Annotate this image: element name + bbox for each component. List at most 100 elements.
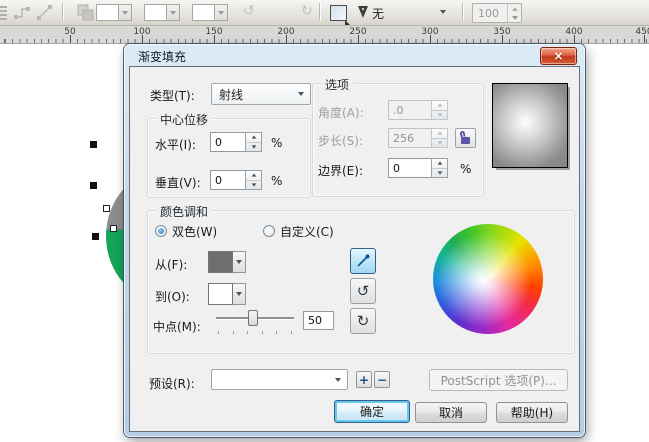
line-nodes-tool-icon[interactable] <box>36 4 54 21</box>
chevron-down-icon <box>167 4 180 21</box>
type-value: 射线 <box>219 87 244 102</box>
chevron-down-icon <box>233 251 246 273</box>
ruler-label: 150 <box>205 27 223 37</box>
custom-label: 自定义(C) <box>280 224 334 239</box>
ruler-minor-ticks <box>0 39 649 43</box>
vertical-value: 0 <box>215 173 222 187</box>
edge-value: 0 <box>393 161 400 175</box>
to-color-dropdown[interactable] <box>208 283 246 305</box>
plus-icon: + <box>358 372 370 387</box>
outline-width-chevron-icon[interactable] <box>440 10 446 14</box>
ruler-label: 100 <box>133 27 151 37</box>
ruler-label: 350 <box>493 27 511 37</box>
spinner-arrows-icon[interactable] <box>507 4 521 22</box>
gradient-fill-dialog: 渐变填充 × 类型(T): 射线 选项 角度(A): .0 步长(S): 256… <box>124 44 585 437</box>
direct-blend-button[interactable] <box>350 248 376 274</box>
steps-lock-button[interactable] <box>455 128 476 148</box>
from-label: 从(F): <box>155 258 188 272</box>
vertical-spinner[interactable] <box>245 170 262 190</box>
chevron-down-icon <box>298 92 304 96</box>
horizontal-spinner[interactable] <box>245 132 262 152</box>
chevron-down-icon <box>335 377 341 382</box>
rotate-ccw-icon: ↺ <box>356 282 370 300</box>
cancel-button[interactable]: 取消 <box>415 402 487 423</box>
outline-swatch-dropdown[interactable] <box>144 4 180 21</box>
options-group-label: 选项 <box>321 76 354 93</box>
presets-dropdown[interactable] <box>211 369 348 390</box>
rotate-cw-icon[interactable]: ↻ <box>301 3 313 19</box>
swatch-box <box>144 4 167 21</box>
ccw-blend-button[interactable]: ↺ <box>350 278 376 304</box>
help-button[interactable]: 帮助(H) <box>496 402 568 423</box>
group-objects-icon[interactable] <box>76 3 96 22</box>
outline-pen-icon[interactable] <box>358 6 368 18</box>
dialog-titlebar[interactable]: 渐变填充 <box>124 44 585 66</box>
horizontal-ruler: 50 100 150 200 250 300 350 400 450 <box>0 26 649 44</box>
midpoint-value: 50 <box>308 314 322 327</box>
color-wheel[interactable] <box>433 224 543 334</box>
slider-thumb[interactable] <box>248 310 258 326</box>
postscript-label: PostScript 选项(P)... <box>440 373 557 388</box>
remove-preset-button[interactable]: − <box>374 371 390 388</box>
cancel-label: 取消 <box>438 406 463 420</box>
two-color-label: 双色(W) <box>172 224 218 239</box>
close-button[interactable]: × <box>540 47 577 65</box>
type-label: 类型(T): <box>150 89 195 103</box>
to-color-swatch <box>208 283 233 305</box>
rotate-ccw-icon[interactable]: ↺ <box>243 3 255 19</box>
horizontal-input[interactable]: 0 <box>210 132 246 152</box>
vertical-label: 垂直(V): <box>155 176 201 190</box>
edge-spinner[interactable] <box>431 158 448 178</box>
opacity-spinner[interactable]: 100 <box>472 3 522 23</box>
color-blend-group-label: 颜色调和 <box>156 203 213 220</box>
steps-input: 256 <box>388 128 432 148</box>
swatch-box <box>192 4 215 21</box>
edge-label: 边界(E): <box>318 164 363 178</box>
midpoint-label: 中点(M): <box>153 320 201 334</box>
toolbar-separator <box>462 3 464 21</box>
ruler-label: 450 <box>635 27 649 37</box>
diagonal-line-icon <box>357 254 370 267</box>
edge-input[interactable]: 0 <box>388 158 432 178</box>
connector-tool-icon[interactable] <box>13 4 31 21</box>
horizontal-value: 0 <box>215 135 222 149</box>
add-preset-button[interactable]: + <box>356 371 372 388</box>
two-color-radio[interactable]: 双色(W) <box>155 224 218 239</box>
node-handle[interactable] <box>103 205 110 212</box>
toolbar: ↺ ↻ 无 100 <box>0 0 649 26</box>
from-color-dropdown[interactable] <box>208 251 246 273</box>
wrap-text-icon[interactable] <box>330 5 347 21</box>
postscript-options-button: PostScript 选项(P)... <box>429 369 568 391</box>
type-dropdown[interactable]: 射线 <box>211 83 311 105</box>
slider-ticks <box>218 331 292 334</box>
fill-swatch-dropdown[interactable] <box>96 4 132 21</box>
selection-handle[interactable] <box>92 233 99 240</box>
angle-value: .0 <box>393 103 404 117</box>
node-handle[interactable] <box>110 225 117 232</box>
midpoint-input[interactable]: 50 <box>303 311 334 330</box>
vertical-input[interactable]: 0 <box>210 170 246 190</box>
steps-value: 256 <box>393 131 414 145</box>
chevron-down-icon <box>215 4 228 21</box>
midpoint-slider[interactable] <box>216 310 294 334</box>
selection-handle[interactable] <box>90 182 97 189</box>
cw-blend-button[interactable]: ↻ <box>350 308 376 334</box>
ok-label: 确定 <box>359 405 384 419</box>
selection-handle[interactable] <box>90 141 97 148</box>
steps-label: 步长(S): <box>318 134 364 148</box>
to-label: 到(O): <box>155 290 190 304</box>
rotate-cw-icon: ↻ <box>356 312 370 330</box>
dialog-title: 渐变填充 <box>138 50 187 64</box>
outline-width-value[interactable]: 无 <box>372 5 384 22</box>
ok-button[interactable]: 确定 <box>334 400 410 423</box>
steps-spinner <box>431 128 448 148</box>
toolbar-clipped-icon <box>0 4 7 20</box>
horizontal-label: 水平(I): <box>155 138 196 152</box>
toolbar-separator <box>62 3 64 21</box>
toolbar-separator <box>319 3 321 21</box>
background-swatch-dropdown[interactable] <box>192 4 228 21</box>
opacity-value: 100 <box>478 6 499 20</box>
custom-radio[interactable]: 自定义(C) <box>263 224 334 239</box>
ruler-label: 50 <box>64 27 76 37</box>
vertical-unit: % <box>271 174 283 188</box>
